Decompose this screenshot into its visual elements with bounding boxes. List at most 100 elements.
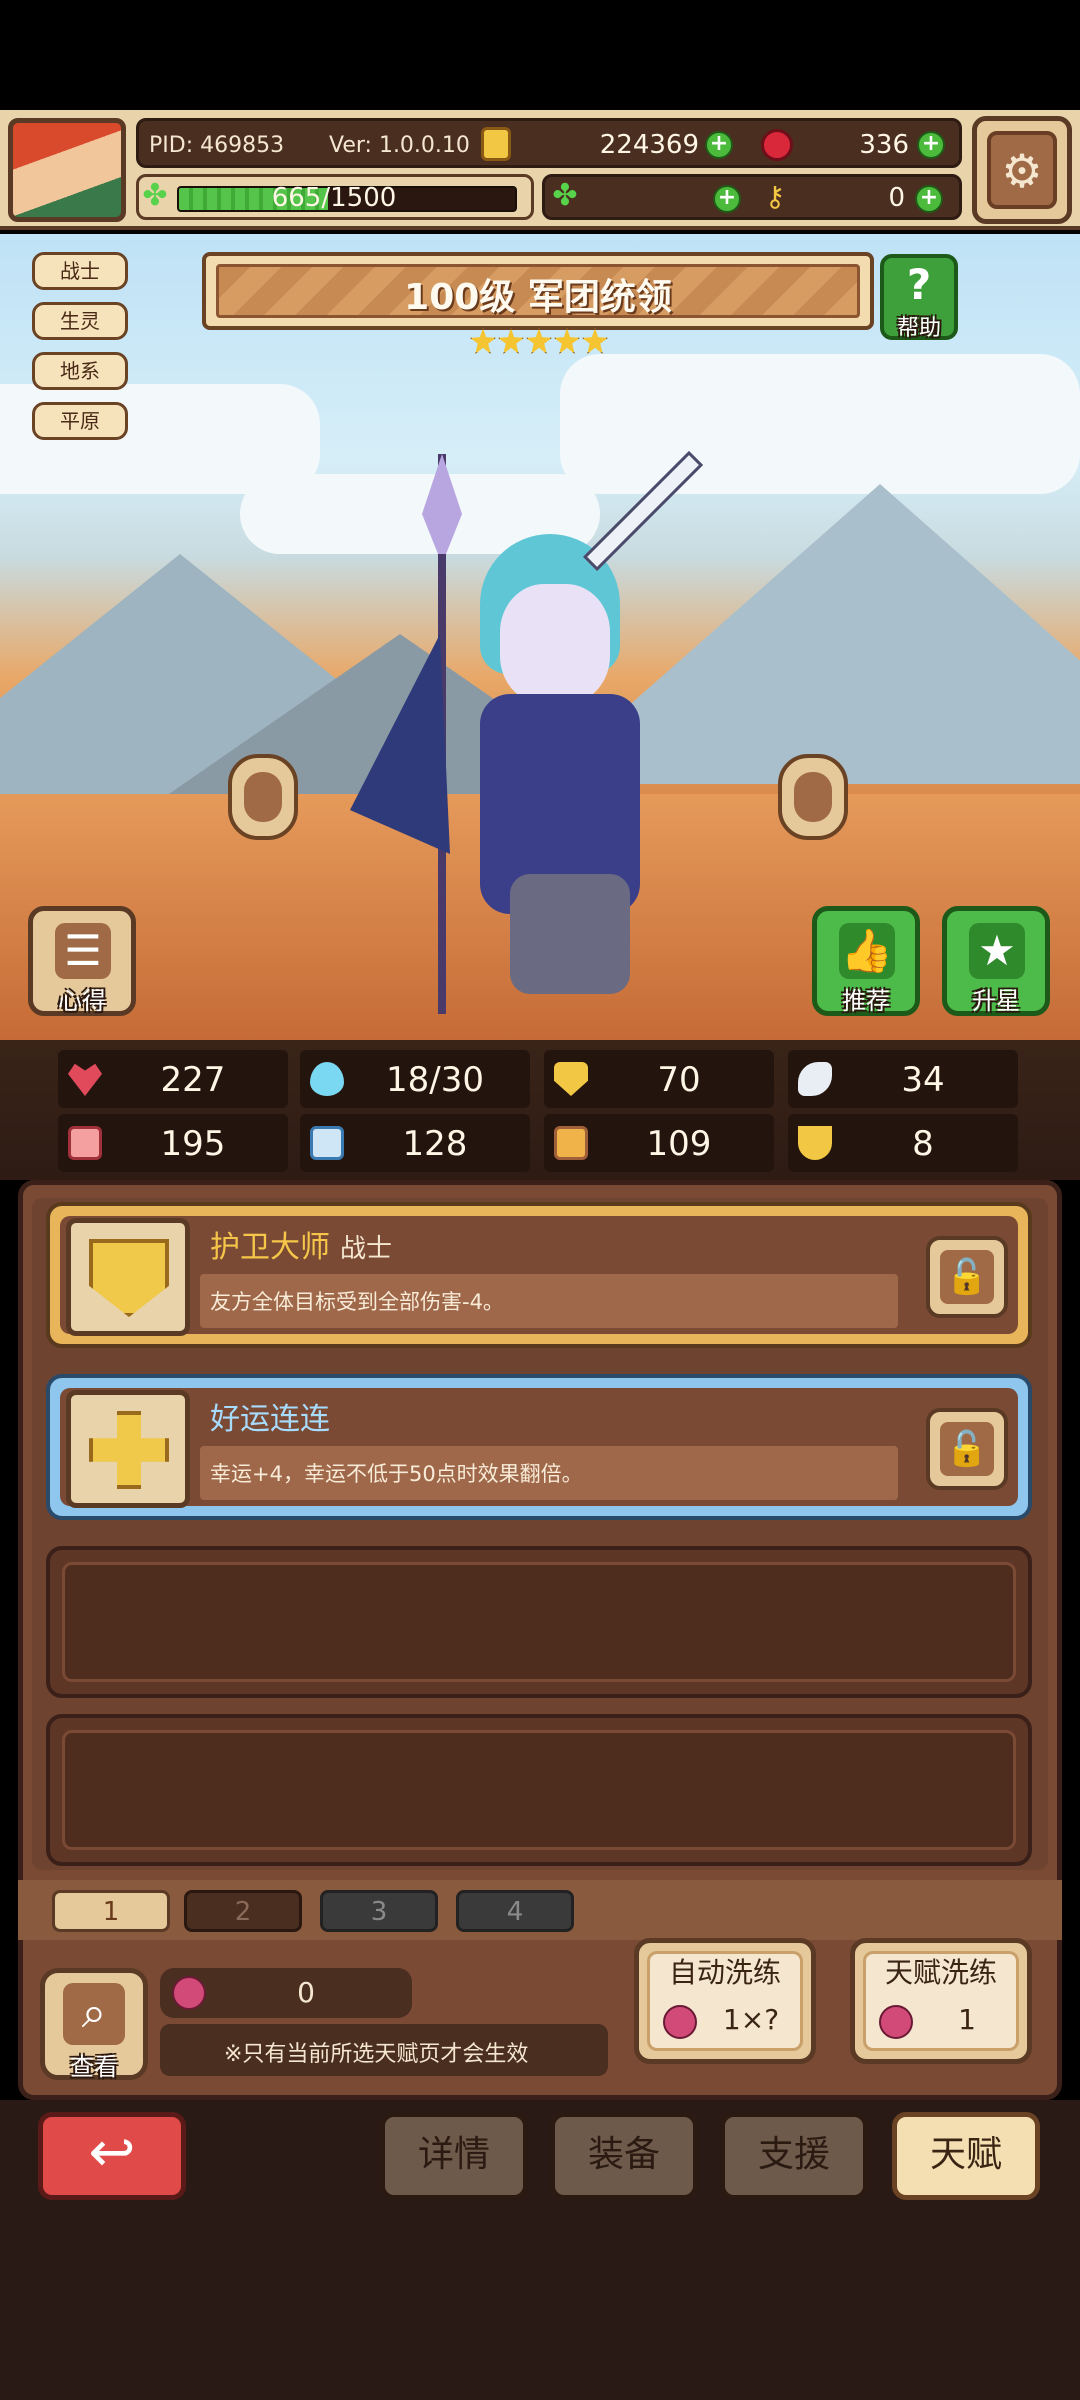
tag-class[interactable]: 战士 xyxy=(32,252,128,290)
talent-slot-3-empty xyxy=(46,1546,1032,1698)
note-bar: ※只有当前所选天赋页才会生效 xyxy=(160,2024,608,2076)
hero-character[interactable] xyxy=(330,450,770,1014)
mana-value: 18/30 xyxy=(386,1060,484,1100)
talent-refine-label: 天赋洗练 xyxy=(884,1956,997,1989)
back-button[interactable]: ↩ xyxy=(38,2112,186,2200)
hero-scene: 战士 生灵 地系 平原 100级 军团统领 ? 帮助 ☰ 心得 👍 推荐 ★ 升… xyxy=(0,234,1080,1040)
spellbook-icon xyxy=(310,1126,344,1160)
page-note: ※只有当前所选天赋页才会生效 xyxy=(224,2042,529,2067)
nav-details[interactable]: 详情 xyxy=(380,2112,528,2200)
star-icon xyxy=(582,328,608,354)
question-icon: ? xyxy=(906,260,932,309)
prev-hero-button[interactable] xyxy=(228,754,298,840)
exp-clover-icon: ✤ xyxy=(142,178,168,213)
page-tab-1[interactable]: 1 xyxy=(52,1890,170,1932)
top-hud: PID: 469853 Ver: 1.0.0.10 224369 + 336 +… xyxy=(0,110,1080,230)
hero-title-banner: 100级 军团统领 xyxy=(202,252,874,330)
banner-flag xyxy=(350,634,450,854)
defense-value: 70 xyxy=(657,1060,701,1100)
view-button[interactable]: ⌕ 查看 xyxy=(40,1968,148,2081)
star-rating xyxy=(470,328,610,358)
berry-icon xyxy=(663,2005,697,2039)
talent-name: 护卫大师 xyxy=(210,1230,330,1265)
secondary-currency-row: ✤ 9 + ⚷ 0 + xyxy=(542,174,962,220)
luck-value: 8 xyxy=(912,1124,934,1164)
nav-talent[interactable]: 天赋 xyxy=(892,2112,1040,2200)
tag-element[interactable]: 地系 xyxy=(32,352,128,390)
star-icon xyxy=(470,328,496,354)
shield-icon xyxy=(554,1062,588,1096)
player-avatar[interactable] xyxy=(8,118,126,222)
stats-panel: 227 18/30 70 34 195 128 109 8 xyxy=(0,1040,1080,1180)
luck-cross-icon xyxy=(66,1390,190,1508)
magnifier-icon: ⌕ xyxy=(63,1983,125,2045)
berry-icon xyxy=(172,1976,206,2010)
status-strip xyxy=(0,0,1080,110)
add-gold-icon[interactable]: + xyxy=(705,131,733,159)
add-gem-icon[interactable]: + xyxy=(917,131,945,159)
stat-mana: 18/30 xyxy=(300,1050,530,1108)
tag-terrain[interactable]: 平原 xyxy=(32,402,128,440)
unlock-icon: 🔓 xyxy=(940,1250,994,1304)
speed-value: 34 xyxy=(901,1060,945,1100)
spear-tip xyxy=(422,454,462,554)
left-arrow-icon xyxy=(244,772,282,822)
star-icon xyxy=(554,328,580,354)
hero-head xyxy=(500,584,610,704)
talent-refine-button[interactable]: 天赋洗练 1 xyxy=(850,1938,1032,2064)
horseshoe-icon xyxy=(798,1126,832,1160)
fist-icon xyxy=(68,1126,102,1160)
auto-refine-button[interactable]: 自动洗练 1×? xyxy=(634,1938,816,2064)
gold-coin-icon xyxy=(481,127,511,161)
talent-page-tabs: 1 2 3 4 xyxy=(18,1880,1062,1940)
nav-support[interactable]: 支援 xyxy=(720,2112,868,2200)
stat-defense: 70 xyxy=(544,1050,774,1108)
stat7-value: 109 xyxy=(646,1124,712,1164)
talent-slot-1[interactable]: 护卫大师 战士 友方全体目标受到全部伤害-4。 🔓 xyxy=(46,1202,1032,1348)
page-tab-4[interactable]: 4 xyxy=(456,1890,574,1932)
help-label: 帮助 xyxy=(896,316,941,341)
talent-name: 好运连连 xyxy=(210,1402,330,1437)
notes-button[interactable]: ☰ 心得 xyxy=(28,906,136,1016)
add-clover-icon[interactable]: + xyxy=(713,185,741,213)
exp-row: ✤ 665/1500 xyxy=(136,174,534,220)
heart-icon xyxy=(68,1063,102,1096)
help-button[interactable]: ? 帮助 xyxy=(880,254,958,341)
star-up-button[interactable]: ★ 升星 xyxy=(942,906,1050,1016)
key-icon: ⚷ xyxy=(764,180,786,213)
view-label: 查看 xyxy=(70,2053,118,2081)
stat-seventh: 109 xyxy=(544,1114,774,1172)
talent-lock-button[interactable]: 🔓 xyxy=(926,1408,1008,1490)
recommend-label: 推荐 xyxy=(842,987,890,1015)
hero-legs xyxy=(510,874,630,994)
tag-race[interactable]: 生灵 xyxy=(32,302,128,340)
talent-refine-cost: 1 xyxy=(958,2003,976,2036)
hp-value: 227 xyxy=(160,1060,226,1100)
talent-description: 友方全体目标受到全部伤害-4。 xyxy=(210,1290,504,1314)
talent-class: 战士 xyxy=(340,1234,393,1264)
recommend-button[interactable]: 👍 推荐 xyxy=(812,906,920,1016)
gear-icon: ⚙ xyxy=(987,131,1057,209)
star-up-label: 升星 xyxy=(972,987,1020,1015)
add-key-icon[interactable]: + xyxy=(915,185,943,213)
berry-icon xyxy=(879,2005,913,2039)
hud-info-row: PID: 469853 Ver: 1.0.0.10 224369 + 336 + xyxy=(136,118,962,168)
stat-hp: 227 xyxy=(58,1050,288,1108)
stat-attack: 195 xyxy=(58,1114,288,1172)
key-amount: 0 xyxy=(888,183,905,213)
notes-label: 心得 xyxy=(58,987,106,1015)
talent-lock-button[interactable]: 🔓 xyxy=(926,1236,1008,1318)
page-tab-2[interactable]: 2 xyxy=(184,1890,302,1932)
right-arrow-icon xyxy=(794,772,832,822)
settings-button[interactable]: ⚙ xyxy=(972,116,1072,224)
next-hero-button[interactable] xyxy=(778,754,848,840)
page-tab-3[interactable]: 3 xyxy=(320,1890,438,1932)
game-version: Ver: 1.0.0.10 xyxy=(329,133,470,158)
wing-icon xyxy=(798,1062,832,1096)
talent-slot-2[interactable]: 好运连连 幸运+4，幸运不低于50点时效果翻倍。 🔓 xyxy=(46,1374,1032,1520)
magic-value: 128 xyxy=(402,1124,468,1164)
refine-currency-counter: 0 xyxy=(160,1968,412,2018)
notes-icon: ☰ xyxy=(55,923,111,979)
nav-equipment[interactable]: 装备 xyxy=(550,2112,698,2200)
hero-title: 100级 军团统领 xyxy=(404,277,672,318)
